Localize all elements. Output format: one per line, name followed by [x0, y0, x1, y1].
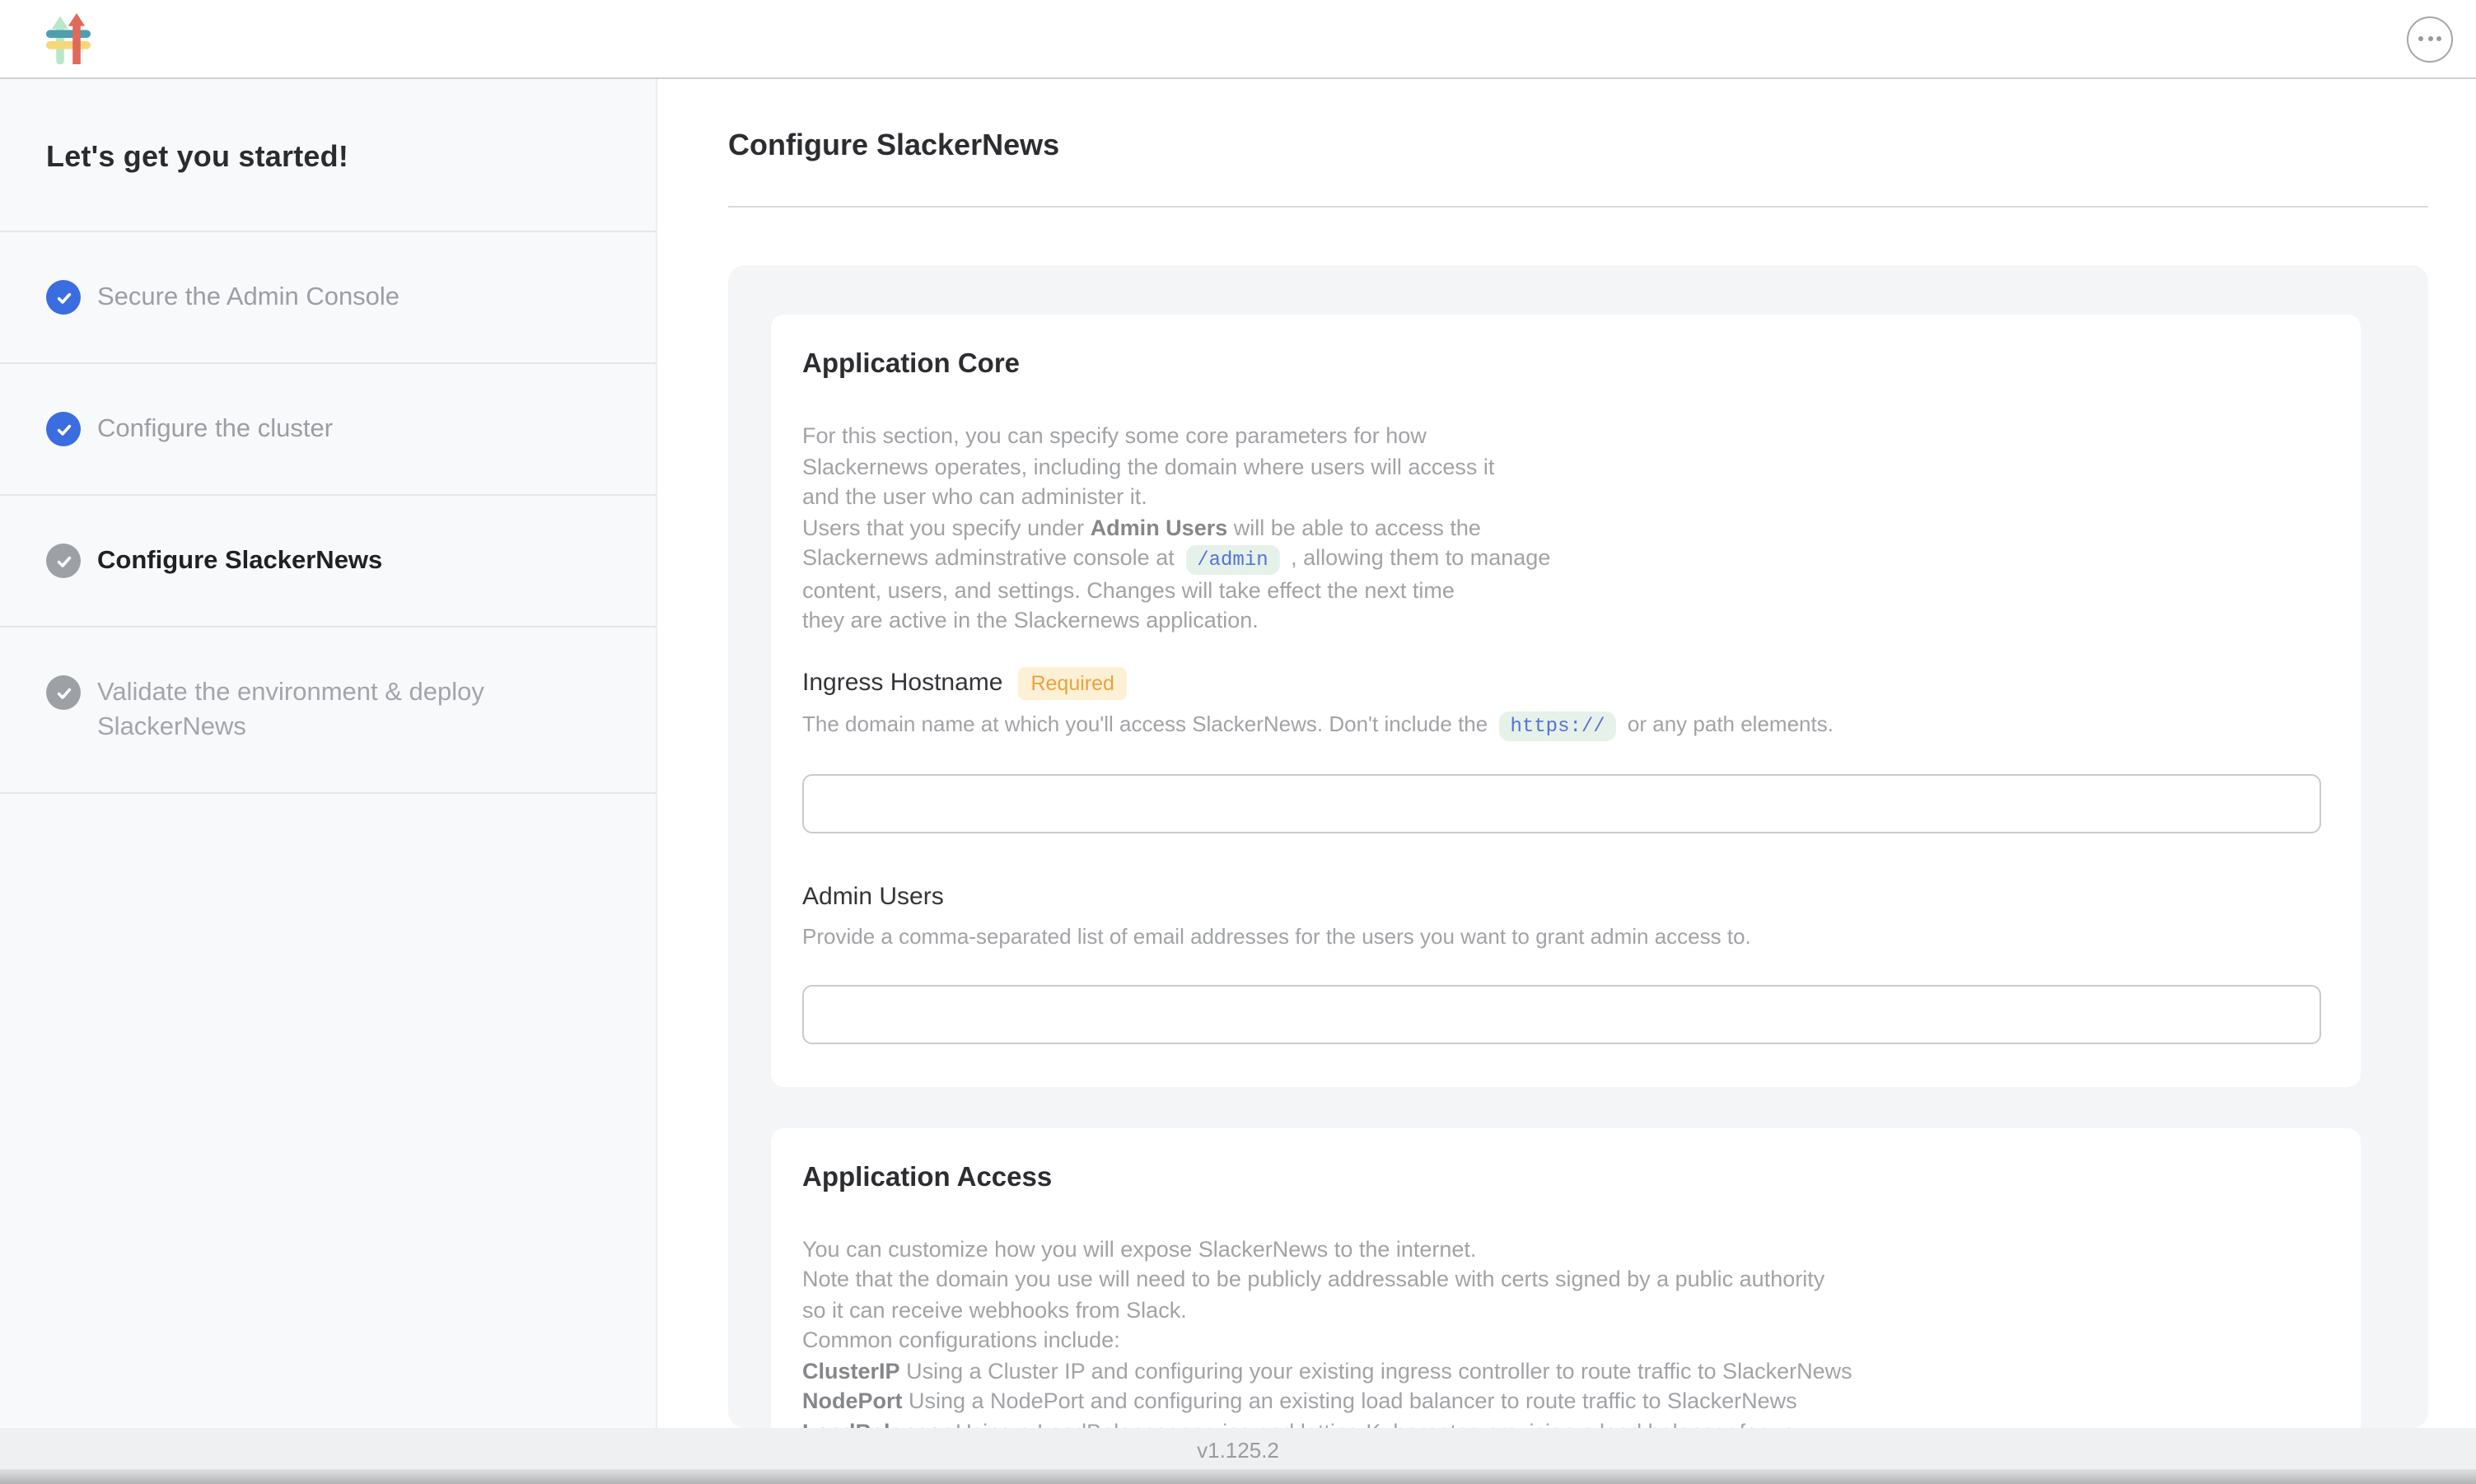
sidebar-step-secure-admin-console[interactable]: Secure the Admin Console: [0, 232, 656, 364]
bold-text: ClusterIP: [802, 1358, 900, 1383]
field-label: Ingress Hostname: [802, 668, 1002, 698]
topbar: [0, 0, 2476, 79]
field-help-text: The domain name at which you'll access S…: [802, 709, 2321, 740]
step-label: Validate the environment & deploy Slacke…: [97, 675, 610, 744]
field-admin-users: Admin Users Provide a comma-separated li…: [802, 882, 2321, 1043]
main-content: Configure SlackerNews Application Core F…: [657, 79, 2476, 1482]
slackernews-logo-icon: [46, 13, 91, 64]
sidebar-title: Let's get you started!: [0, 79, 656, 232]
version-label: v1.125.2: [1197, 1438, 1279, 1469]
admin-users-input[interactable]: [802, 984, 2321, 1043]
check-circle-icon: [46, 280, 81, 315]
title-divider: [728, 206, 2428, 208]
step-label: Configure the cluster: [97, 412, 333, 446]
section-description: You can customize how you will expose Sl…: [802, 1234, 2321, 1428]
sidebar-step-configure-cluster[interactable]: Configure the cluster: [0, 364, 656, 496]
code-chip: https://: [1498, 711, 1616, 740]
field-label: Admin Users: [802, 882, 944, 912]
bold-text: LoadBalancer: [802, 1419, 950, 1428]
footer: v1.125.2: [0, 1428, 2476, 1469]
application-access-card: Application Access You can customize how…: [771, 1127, 2361, 1428]
setup-sidebar: Let's get you started! Secure the Admin …: [0, 79, 657, 1482]
check-circle-icon: [46, 544, 81, 578]
sidebar-step-configure-slackernews[interactable]: Configure SlackerNews: [0, 496, 656, 628]
step-label: Configure SlackerNews: [97, 544, 382, 578]
section-heading: Application Core: [802, 349, 2321, 380]
section-heading: Application Access: [802, 1162, 2321, 1193]
app-window: Let's get you started! Secure the Admin …: [0, 0, 2476, 1484]
ingress-hostname-input[interactable]: [802, 773, 2321, 833]
ellipsis-dot: [2436, 36, 2441, 41]
field-label-row: Admin Users: [802, 882, 2321, 912]
field-ingress-hostname: Ingress Hostname Required The domain nam…: [802, 666, 2321, 833]
required-badge: Required: [1017, 666, 1127, 699]
step-label: Secure the Admin Console: [97, 280, 399, 315]
section-description: For this section, you can specify some c…: [802, 422, 2321, 637]
ellipsis-dot: [2418, 36, 2423, 41]
sidebar-step-validate-deploy[interactable]: Validate the environment & deploy Slacke…: [0, 628, 656, 794]
page-title: Configure SlackerNews: [728, 128, 2428, 163]
ellipsis-dot: [2427, 36, 2432, 41]
application-core-card: Application Core For this section, you c…: [771, 315, 2361, 1086]
check-circle-icon: [46, 675, 81, 710]
check-circle-icon: [46, 412, 81, 446]
bold-text: Admin Users: [1091, 515, 1228, 539]
config-panel: Application Core For this section, you c…: [728, 265, 2428, 1428]
code-chip: /admin: [1185, 545, 1279, 575]
field-help-text: Provide a comma-separated list of email …: [802, 922, 2321, 951]
layout: Let's get you started! Secure the Admin …: [0, 79, 2476, 1482]
ellipsis-menu-button[interactable]: [2407, 16, 2453, 62]
bold-text: NodePort: [802, 1388, 903, 1413]
field-label-row: Ingress Hostname Required: [802, 666, 2321, 699]
window-bottom-edge: [0, 1469, 2476, 1484]
